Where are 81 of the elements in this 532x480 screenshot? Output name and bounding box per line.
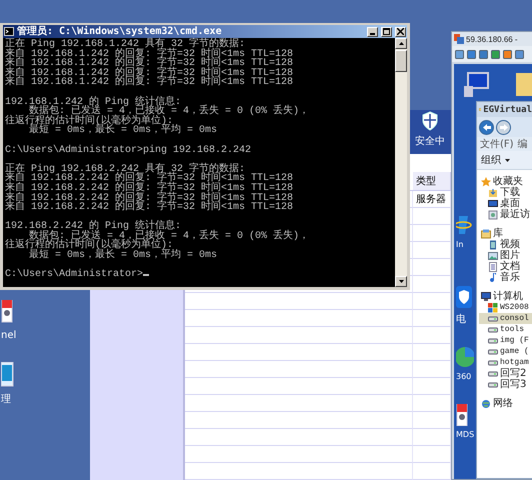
tree-item[interactable]: img (F <box>479 335 532 346</box>
maximize-button[interactable] <box>381 26 392 36</box>
drive-icon <box>488 336 498 346</box>
console-icon <box>4 27 14 36</box>
tree-item[interactable]: 库 <box>479 228 532 239</box>
desktop-icon-label[interactable]: 360 <box>456 372 472 381</box>
network-icon <box>481 398 491 408</box>
tree-item[interactable]: consol <box>479 313 532 324</box>
forward-arrow-icon <box>500 124 508 130</box>
tree-item[interactable]: 音乐 <box>479 272 532 283</box>
desktop-icon-label[interactable]: nel <box>1 330 16 341</box>
desktop-icon-label[interactable]: MDS <box>456 430 474 439</box>
console-line: 来自 192.168.1.242 的回复: 字节=32 时间<1ms TTL=128 <box>5 78 294 88</box>
menu-item[interactable]: 编 <box>518 137 528 151</box>
tree-item[interactable]: WS2008 <box>479 302 532 313</box>
desktop-icon-label[interactable]: 电 <box>456 312 466 326</box>
folder-icon[interactable] <box>516 70 532 96</box>
tree-item[interactable]: 下载 <box>479 187 532 198</box>
picture-icon <box>488 250 498 260</box>
back-arrow-icon <box>482 124 490 130</box>
drive-icon <box>488 314 498 324</box>
window-title: 管理员: C:\Windows\system32\cmd.exe <box>17 26 223 38</box>
drive-icon <box>488 358 498 368</box>
tree-item[interactable]: 图片 <box>479 250 532 261</box>
console-line: C:\Users\Administrator> <box>5 270 395 280</box>
scroll-thumb[interactable] <box>395 50 407 72</box>
star-icon <box>481 176 491 186</box>
tree-item[interactable]: 回写2 <box>479 368 532 379</box>
console-line: C:\Users\Administrator>ping 192.168.2.242 <box>5 146 252 156</box>
down-arrow-icon <box>398 280 404 283</box>
download-icon <box>488 188 498 198</box>
desktop-icon <box>488 198 498 208</box>
app-icon[interactable] <box>1 362 15 388</box>
minimize-button[interactable] <box>367 26 378 36</box>
tree-item[interactable]: 文档 <box>479 261 532 272</box>
column-header[interactable]: 类型 <box>413 172 451 191</box>
drive-icon <box>488 380 498 390</box>
up-arrow-icon <box>398 42 404 45</box>
console-line: 最短 = 0ms，最长 = 0ms，平均 = 0ms <box>29 126 218 136</box>
drive-icon <box>488 368 498 378</box>
window-title: EGVirtual <box>483 104 532 114</box>
recent-icon <box>488 210 498 220</box>
close-button[interactable] <box>395 26 406 36</box>
library-icon <box>481 228 491 238</box>
caret-icon <box>505 158 510 162</box>
drive-icon <box>488 324 498 334</box>
desktop-icon-label[interactable]: 理 <box>1 392 11 406</box>
computer-icon[interactable] <box>464 72 490 98</box>
scrollbar[interactable] <box>395 38 407 287</box>
tree-item[interactable]: hotgam <box>479 357 532 368</box>
scroll-up-button[interactable] <box>395 38 407 49</box>
menu-item[interactable]: 文件(F) <box>480 137 514 151</box>
console-line: 来自 192.168.2.242 的回复: 字节=32 时间<1ms TTL=128 <box>5 203 294 213</box>
security-center-label[interactable]: 安全中 <box>415 134 445 148</box>
forward-button[interactable] <box>496 120 511 134</box>
document-icon <box>488 262 498 272</box>
console-line: 最短 = 0ms，最长 = 0ms，平均 = 0ms <box>28 251 218 261</box>
tree-item[interactable]: 网络 <box>479 398 532 409</box>
tree-item[interactable]: 收藏夹 <box>479 176 532 187</box>
tree-item[interactable]: 最近访 <box>479 209 532 220</box>
maximize-icon <box>383 28 390 35</box>
desktop-icon-label[interactable]: In <box>456 240 464 249</box>
shield-icon[interactable] <box>421 111 439 131</box>
tree-item[interactable]: 回写3 <box>479 379 532 390</box>
system-icon <box>488 302 498 312</box>
music-icon <box>488 272 498 282</box>
drive-icon <box>488 346 498 356</box>
tree-item[interactable]: 桌面 <box>479 198 532 209</box>
video-icon <box>488 240 498 250</box>
browser-icon[interactable] <box>456 214 474 236</box>
scroll-down-button[interactable] <box>395 276 407 287</box>
shield-icon[interactable] <box>456 286 474 308</box>
tree-item[interactable]: 计算机 <box>479 291 532 302</box>
tree-item[interactable]: tools <box>479 324 532 335</box>
back-button[interactable] <box>479 120 494 134</box>
computer-icon <box>481 292 491 302</box>
window-title: 59.36.180.66 - <box>466 34 518 44</box>
remote-desktop-icon <box>454 34 464 44</box>
tree-item[interactable]: game ( <box>479 346 532 357</box>
close-icon <box>397 28 404 35</box>
tree-item[interactable]: 视频 <box>479 239 532 250</box>
